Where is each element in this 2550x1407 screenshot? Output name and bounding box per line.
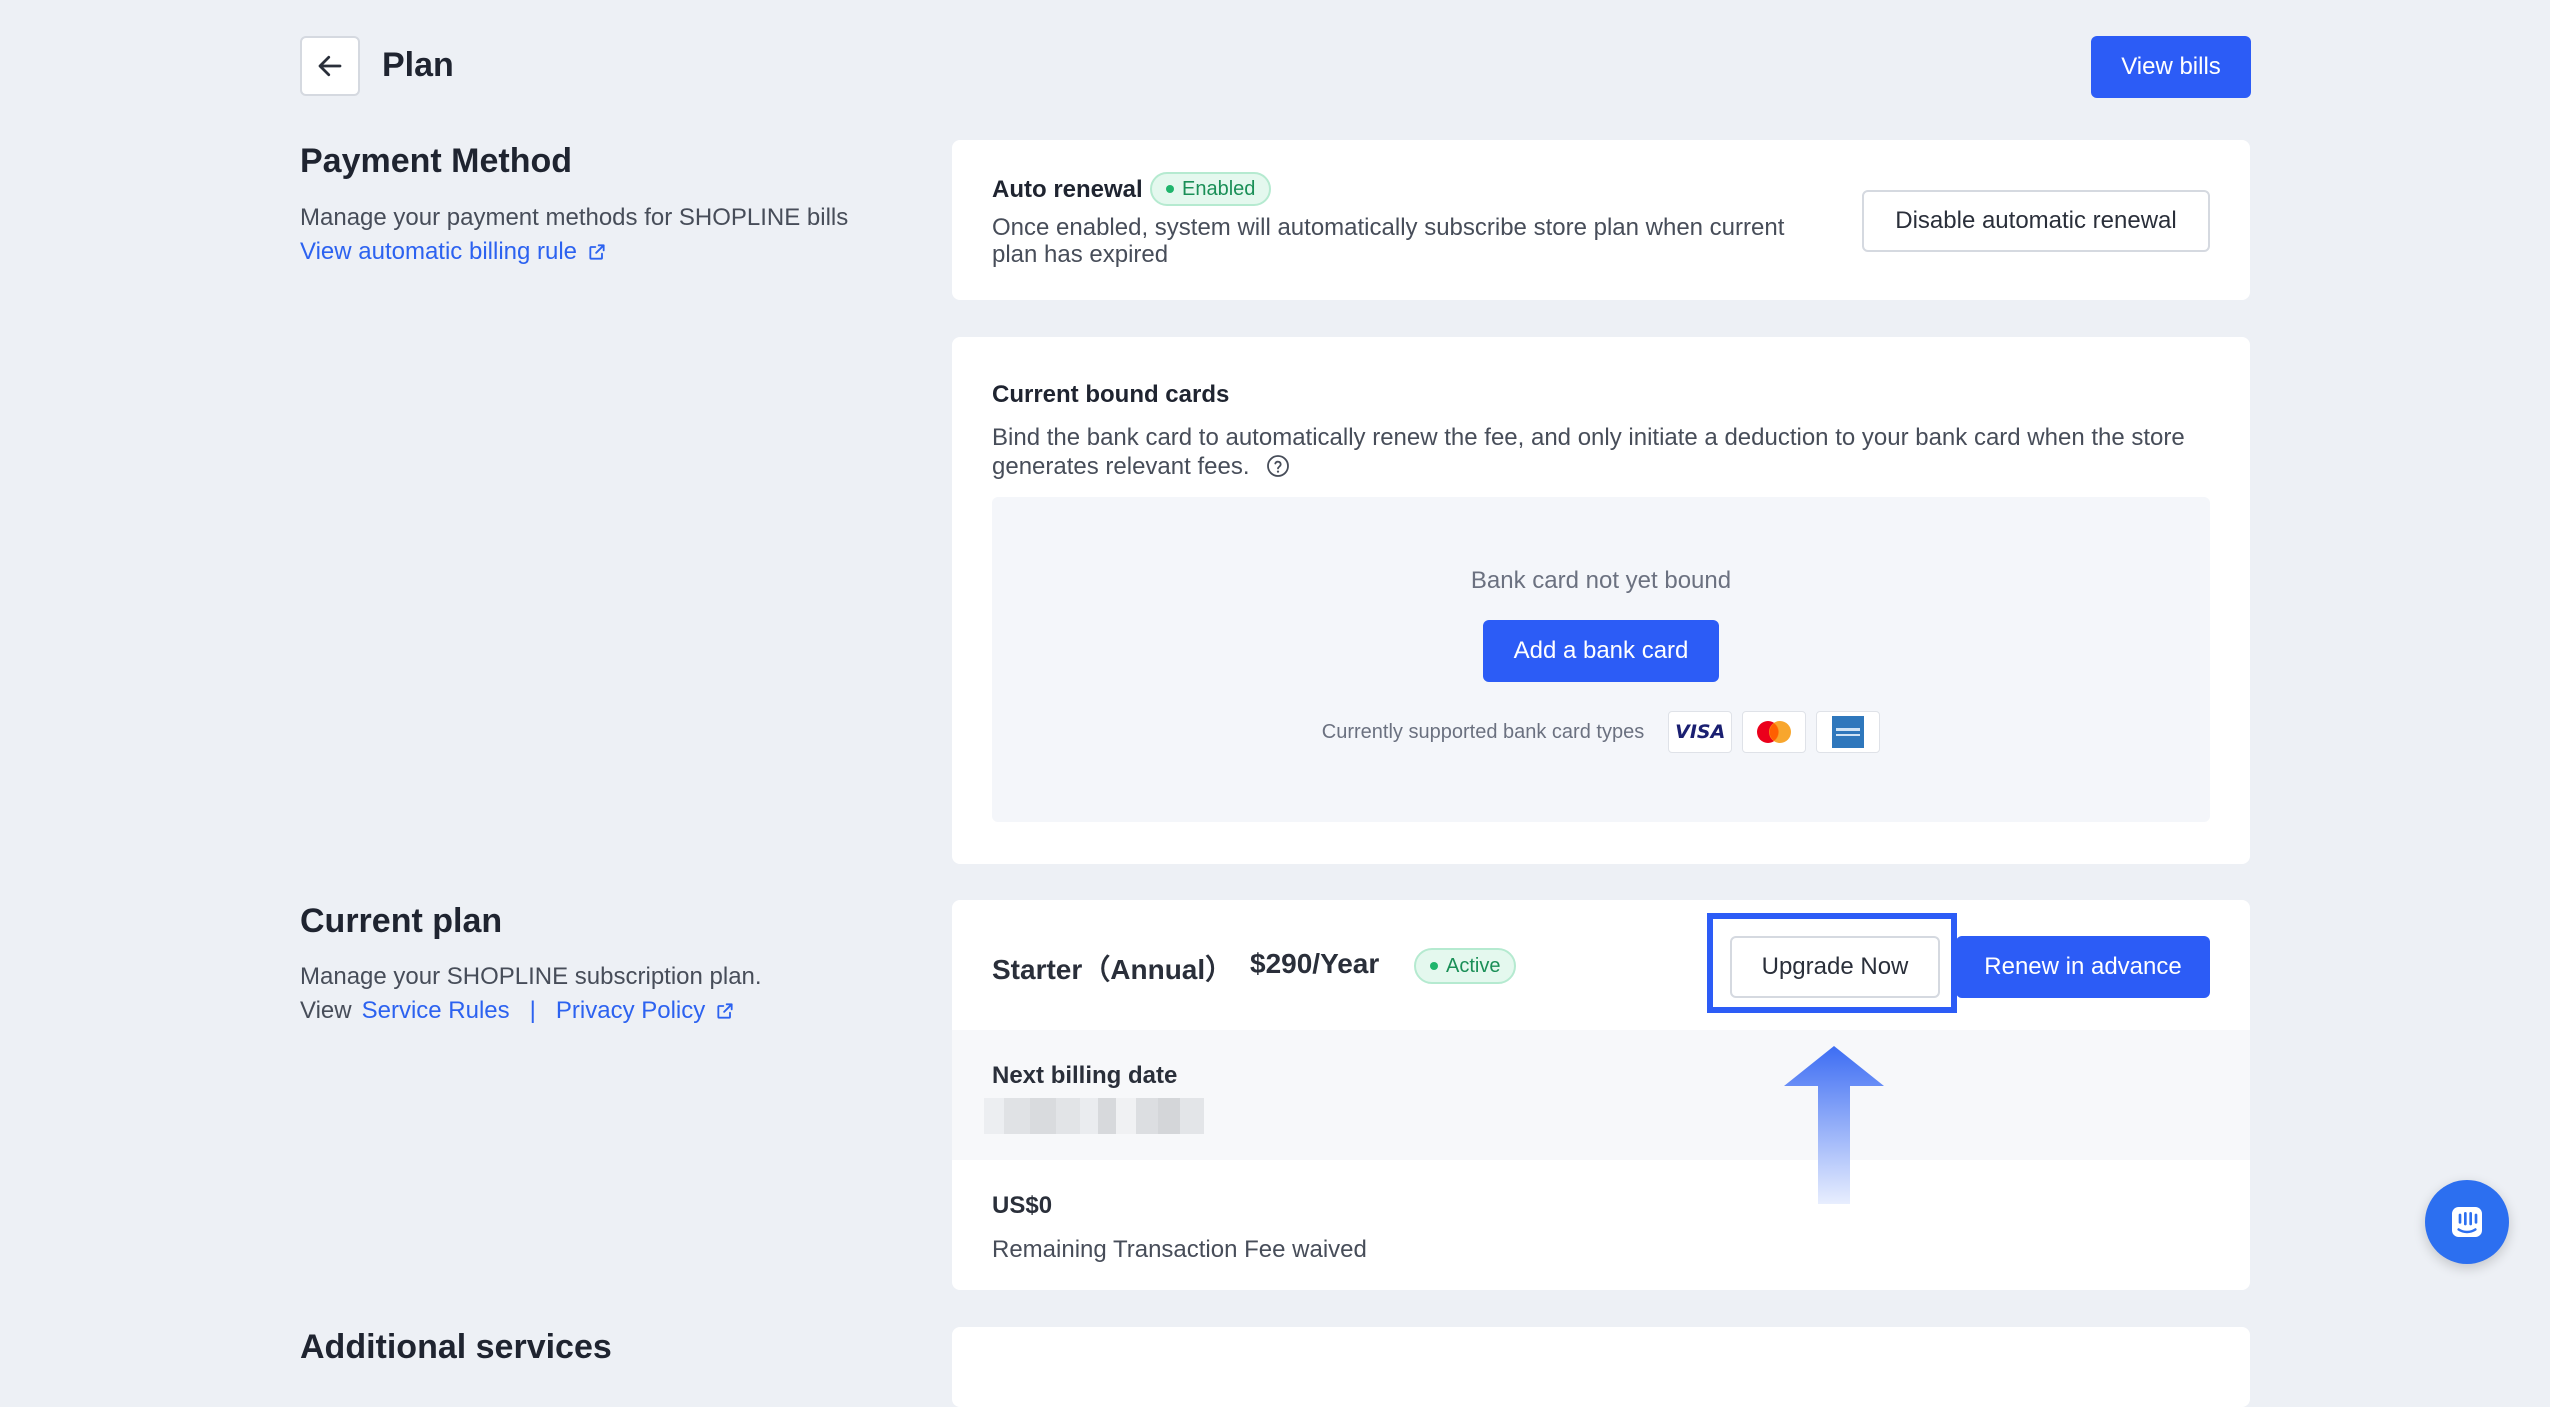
renew-in-advance-button[interactable]: Renew in advance xyxy=(1956,936,2210,998)
privacy-policy-label: Privacy Policy xyxy=(555,997,706,1024)
billing-rule-link-label: View automatic billing rule xyxy=(300,238,578,265)
next-billing-date-redacted xyxy=(984,1098,1204,1134)
enabled-status-label: Enabled xyxy=(1182,177,1256,200)
page-title: Plan xyxy=(382,46,454,84)
bound-cards-title: Current bound cards xyxy=(992,381,1230,408)
supported-card-types: Currently supported bank card types VISA xyxy=(992,711,2210,753)
active-status-badge: Active xyxy=(1414,948,1517,984)
view-prefix: View xyxy=(300,997,352,1024)
current-plan-description: Manage your SHOPLINE subscription plan. xyxy=(300,963,762,990)
status-dot xyxy=(1166,185,1174,193)
service-rules-link[interactable]: Service Rules xyxy=(362,997,510,1025)
payment-method-description: Manage your payment methods for SHOPLINE… xyxy=(300,204,849,231)
current-plan-card: Starter（Annual） $290/Year Active Upgrade… xyxy=(952,900,2250,1290)
external-link-icon xyxy=(717,1003,733,1019)
plan-price: $290/Year xyxy=(1250,948,1380,979)
plan-name: Starter（Annual） xyxy=(992,954,1234,985)
mastercard-icon xyxy=(1742,711,1807,753)
policy-links: View Service Rules | Privacy Policy xyxy=(300,997,735,1025)
auto-renewal-card: Auto renewal Enabled Once enabled, syste… xyxy=(952,140,2250,300)
enabled-status-badge: Enabled xyxy=(1150,172,1272,206)
next-billing-label: Next billing date xyxy=(992,1062,1178,1089)
bound-cards-description: Bind the bank card to automatically rene… xyxy=(992,424,2185,480)
chat-icon xyxy=(2452,1207,2482,1237)
additional-services-title: Additional services xyxy=(300,1328,612,1366)
bank-card-empty-panel: Bank card not yet bound Add a bank card … xyxy=(992,497,2210,822)
additional-services-card xyxy=(952,1327,2250,1407)
bound-cards-card: Current bound cards Bind the bank card t… xyxy=(952,337,2250,864)
fee-amount: US$0 xyxy=(992,1192,1053,1219)
back-button[interactable] xyxy=(300,36,360,96)
status-dot xyxy=(1430,962,1438,970)
arrow-left-icon xyxy=(318,55,342,77)
auto-renewal-description: Once enabled, system will automatically … xyxy=(992,214,1785,268)
disable-auto-renewal-button[interactable]: Disable automatic renewal xyxy=(1862,190,2210,252)
amex-icon xyxy=(1816,711,1881,753)
privacy-policy-link[interactable]: Privacy Policy xyxy=(556,997,735,1025)
external-link-icon xyxy=(589,244,605,260)
help-circle-icon[interactable] xyxy=(1266,454,1290,478)
fee-waived-text: Remaining Transaction Fee waived xyxy=(992,1236,1367,1263)
auto-renewal-title: Auto renewal xyxy=(992,176,1143,203)
upgrade-highlight-box xyxy=(1707,913,1957,1013)
bound-cards-description-wrap: Bind the bank card to automatically rene… xyxy=(992,423,2192,481)
supported-card-types-label: Currently supported bank card types xyxy=(1321,720,1645,743)
active-status-label: Active xyxy=(1446,954,1501,977)
billing-rule-link[interactable]: View automatic billing rule xyxy=(300,238,607,266)
chat-support-button[interactable] xyxy=(2425,1180,2509,1264)
visa-icon: VISA xyxy=(1668,711,1733,753)
next-billing-section: Next billing date xyxy=(952,1030,2250,1160)
link-separator: | xyxy=(529,997,536,1024)
pointer-arrow-icon xyxy=(1784,1046,1884,1204)
current-plan-title: Current plan xyxy=(300,902,503,940)
add-bank-card-button[interactable]: Add a bank card xyxy=(1483,620,1719,682)
view-bills-button[interactable]: View bills xyxy=(2091,36,2251,98)
payment-method-title: Payment Method xyxy=(300,142,573,180)
bank-card-empty-text: Bank card not yet bound xyxy=(1470,567,1732,594)
